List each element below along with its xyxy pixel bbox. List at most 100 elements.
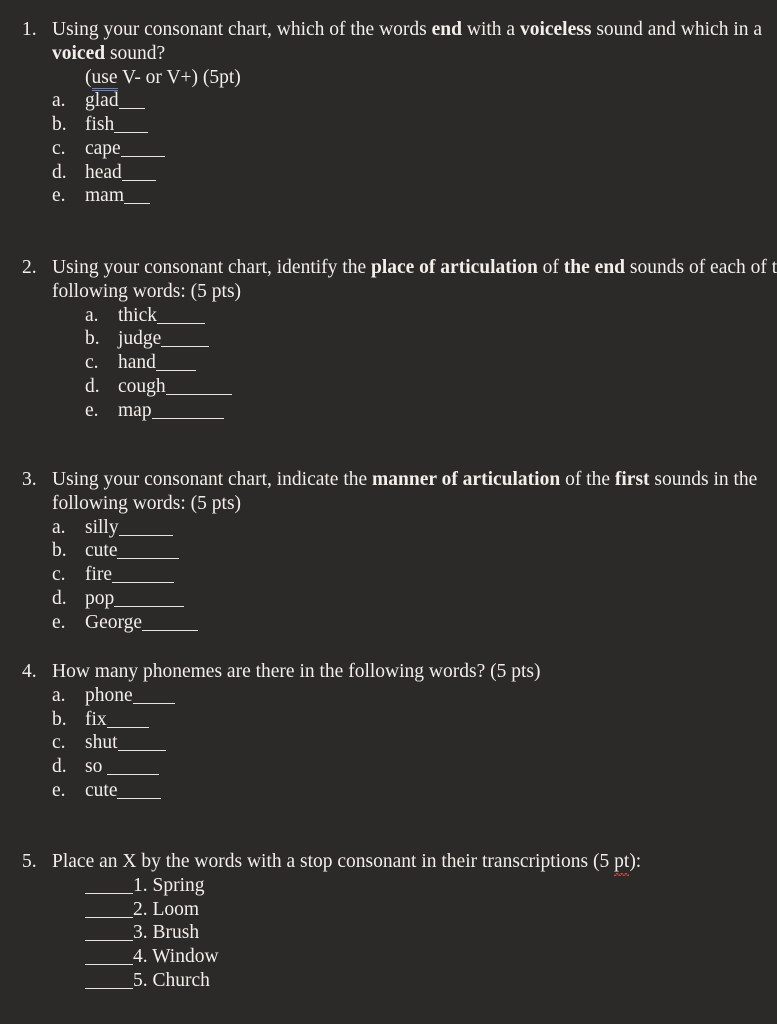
item-number: 4.: [133, 946, 153, 968]
item-marker: a.: [85, 304, 99, 326]
answer-blank[interactable]: [118, 95, 145, 110]
item-word: cute: [85, 540, 118, 562]
question-5-number: 5.: [22, 851, 37, 872]
item-marker: a.: [52, 516, 66, 538]
prompt-emphasis: first: [614, 469, 650, 490]
answer-blank[interactable]: [132, 690, 175, 704]
answer-blank[interactable]: [165, 381, 232, 395]
item-word: glad: [85, 90, 119, 112]
item-marker: e.: [85, 399, 99, 421]
item-word: head: [85, 161, 122, 183]
item-marker: e.: [52, 185, 66, 207]
item-marker: b.: [85, 328, 100, 350]
item-marker: d.: [85, 375, 100, 397]
item-word: Window: [152, 946, 219, 968]
item-word: judge: [118, 328, 162, 350]
answer-blank[interactable]: [161, 333, 210, 348]
question-2-number: 2.: [22, 257, 37, 278]
question-2: 2. Using your consonant chart, identify …: [0, 256, 777, 422]
answer-item: e. map: [85, 399, 777, 423]
item-marker: b.: [52, 114, 67, 136]
answer-item: d. pop: [52, 587, 777, 611]
answer-item: d. so: [52, 755, 752, 779]
question-3-answer-list: a. silly b. cute c. fire d. pop e. George: [52, 516, 777, 635]
answer-item: a. thick: [85, 304, 777, 328]
checkbox-answer-item: 4. Window: [85, 945, 752, 969]
item-marker: d.: [52, 756, 67, 778]
answer-item: d. head: [52, 161, 777, 185]
item-word: fix: [85, 708, 107, 730]
question-3-prompt: Using your consonant chart, indicate the…: [52, 469, 758, 514]
item-marker: d.: [52, 587, 67, 609]
answer-item: a. silly: [52, 516, 777, 540]
item-number: 1.: [133, 874, 153, 896]
x-mark-blank[interactable]: [85, 927, 133, 942]
question-4: 4. How many phonemes are there in the fo…: [0, 660, 752, 803]
item-word: silly: [85, 516, 119, 538]
question-1-prompt: Using your consonant chart, which of the…: [52, 19, 763, 64]
item-word: phone: [85, 684, 133, 706]
item-word: hand: [118, 352, 156, 374]
x-mark-blank[interactable]: [85, 880, 133, 894]
item-word: map: [118, 399, 152, 421]
answer-blank[interactable]: [117, 737, 166, 752]
question-1-instruction: (use V- or V+) (5pt): [52, 66, 777, 91]
spelling-error-word: pt: [614, 851, 630, 876]
answer-item: e. mam: [52, 184, 777, 208]
answer-item: a. glad: [52, 89, 777, 113]
x-mark-blank[interactable]: [85, 904, 133, 918]
question-3: 3. Using your consonant chart, indicate …: [0, 468, 777, 634]
prompt-emphasis: place of articulation: [370, 257, 538, 278]
answer-blank[interactable]: [157, 310, 205, 324]
prompt-emphasis: manner of articulation: [372, 469, 561, 490]
question-3-number: 3.: [22, 469, 37, 490]
question-4-number: 4.: [22, 661, 37, 682]
x-mark-blank[interactable]: [85, 951, 133, 966]
item-word: cute: [85, 779, 118, 801]
answer-blank[interactable]: [107, 761, 160, 776]
answer-blank[interactable]: [142, 617, 199, 631]
answer-item: b. cute: [52, 539, 777, 563]
question-1: 1. Using your consonant chart, which of …: [0, 18, 777, 208]
prompt-emphasis: voiceless: [519, 19, 592, 40]
answer-blank[interactable]: [121, 167, 156, 181]
item-marker: a.: [52, 90, 66, 112]
item-number: 5.: [133, 969, 153, 991]
worksheet-page: 1. Using your consonant chart, which of …: [0, 0, 777, 1024]
item-marker: c.: [52, 564, 66, 586]
item-number: 2.: [133, 898, 153, 920]
answer-item: b. judge: [85, 327, 777, 351]
question-4-answer-list: a. phone b. fix c. shut d. so e. cute: [52, 684, 752, 803]
answer-blank[interactable]: [114, 593, 185, 607]
item-marker: b.: [52, 540, 67, 562]
question-2-prompt: Using your consonant chart, identify the…: [52, 257, 777, 302]
item-marker: a.: [52, 684, 66, 706]
answer-blank[interactable]: [151, 405, 224, 419]
question-4-prompt: How many phonemes are there in the follo…: [52, 661, 541, 682]
answer-blank[interactable]: [124, 190, 150, 205]
x-mark-blank[interactable]: [85, 975, 133, 989]
prompt-emphasis: the end: [563, 257, 626, 278]
answer-item: b. fix: [52, 708, 752, 732]
answer-blank[interactable]: [117, 785, 162, 799]
item-word: Church: [152, 969, 210, 991]
answer-blank[interactable]: [120, 143, 165, 157]
answer-blank[interactable]: [117, 545, 180, 560]
item-word: George: [85, 611, 143, 633]
answer-item: a. phone: [52, 684, 752, 708]
question-5-answer-list: 1. Spring 2. Loom 3. Brush 4. Window 5. Chur…: [52, 874, 752, 993]
answer-blank[interactable]: [112, 569, 175, 584]
item-word: fish: [85, 114, 115, 136]
checkbox-answer-item: 2. Loom: [85, 898, 752, 922]
item-word: pop: [85, 587, 115, 609]
answer-blank[interactable]: [118, 522, 173, 536]
question-1-number: 1.: [22, 19, 37, 40]
answer-blank[interactable]: [114, 119, 149, 134]
answer-blank[interactable]: [106, 714, 149, 728]
prompt-emphasis: end: [431, 19, 462, 40]
item-word: so: [85, 756, 108, 778]
item-word: Spring: [152, 874, 205, 896]
item-number: 3.: [133, 922, 153, 944]
answer-blank[interactable]: [155, 357, 196, 372]
answer-item: c. hand: [85, 351, 777, 375]
